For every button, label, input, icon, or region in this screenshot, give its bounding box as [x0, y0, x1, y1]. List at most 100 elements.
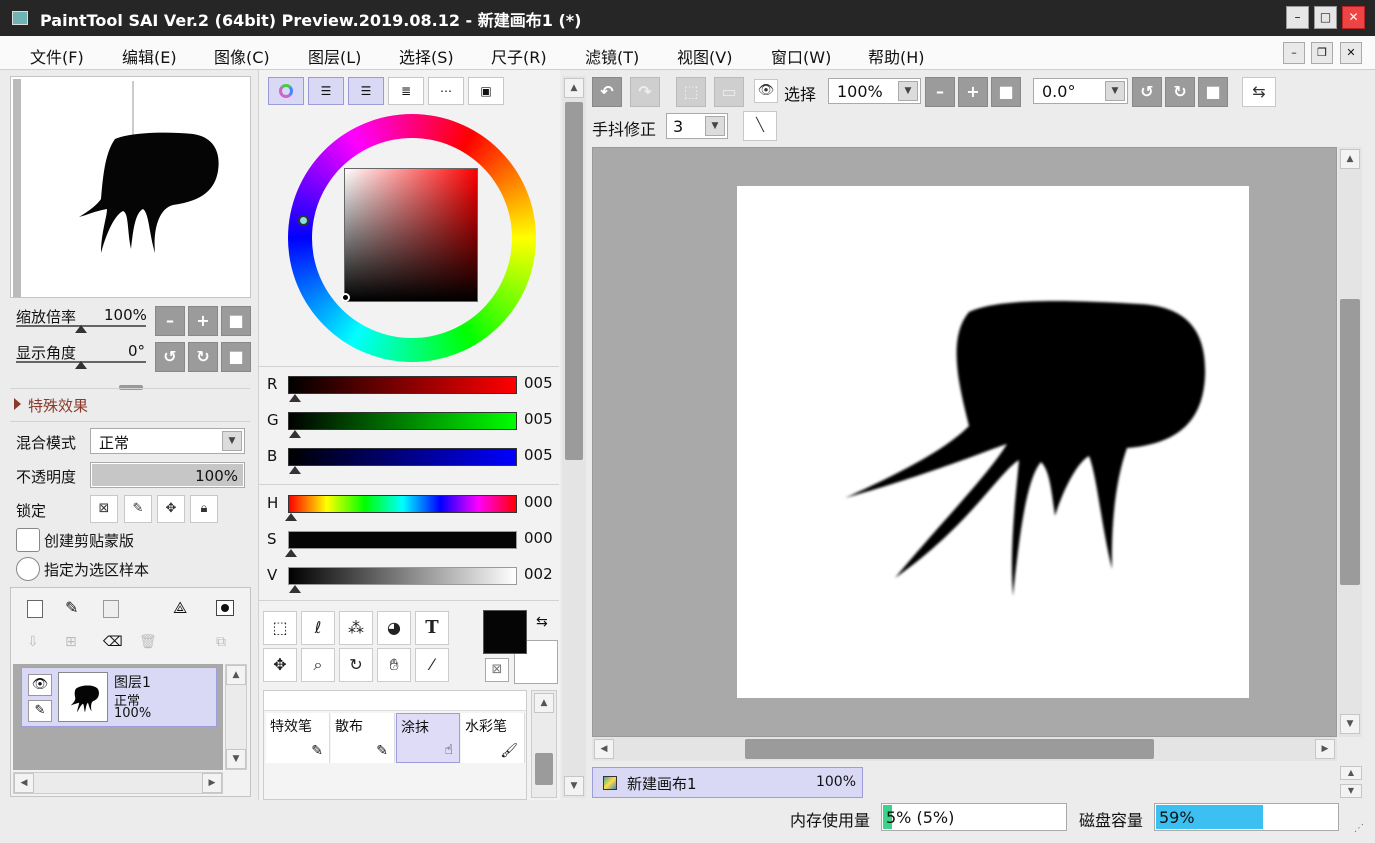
effects-expand-icon[interactable] — [14, 398, 21, 410]
menu-edit[interactable]: 编辑(E) — [122, 44, 177, 68]
s-slider[interactable] — [288, 531, 517, 549]
canvas-rotate-left-button[interactable]: ↺ — [1132, 77, 1162, 107]
doc-close-button[interactable]: ✕ — [1340, 42, 1362, 64]
lock-move-icon[interactable]: ✥ — [157, 495, 185, 523]
minimize-button[interactable]: – — [1286, 6, 1309, 29]
menu-help[interactable]: 帮助(H) — [868, 44, 925, 68]
rotate-reset-button[interactable]: ■ — [221, 342, 251, 372]
h-value[interactable]: 000 — [524, 493, 553, 511]
hand-tool-icon[interactable]: ✋︎ — [377, 648, 411, 682]
layer-list-scrollbar[interactable]: ▲ ▼ — [225, 664, 247, 770]
navigator-preview[interactable] — [23, 81, 249, 295]
canvas-zoom-out-button[interactable]: – — [925, 77, 955, 107]
scroll-thumb[interactable] — [1340, 299, 1360, 585]
canvas-zoom-select[interactable]: 100% ▼ — [828, 78, 921, 104]
menu-select[interactable]: 选择(S) — [399, 44, 454, 68]
hue-marker[interactable] — [298, 215, 309, 226]
scroll-down-icon[interactable]: ▼ — [226, 749, 246, 769]
r-slider[interactable] — [288, 376, 517, 394]
panel-scrollbar[interactable]: ▲ ▼ — [562, 76, 586, 798]
scroll-down-icon[interactable]: ▼ — [1340, 714, 1360, 734]
zoom-reset-button[interactable]: ■ — [221, 306, 251, 336]
zoom-in-button[interactable]: + — [188, 306, 218, 336]
clipping-mask-checkbox[interactable] — [16, 528, 40, 552]
zoom-out-button[interactable]: – — [155, 306, 185, 336]
menu-file[interactable]: 文件(F) — [30, 44, 84, 68]
scroll-up-icon[interactable]: ▲ — [1340, 149, 1360, 169]
scroll-left-icon[interactable]: ◀ — [14, 773, 34, 793]
scroll-up-icon[interactable]: ▲ — [1340, 766, 1362, 780]
canvas-vscrollbar[interactable]: ▲ ▼ — [1338, 147, 1362, 737]
r-value[interactable]: 005 — [524, 374, 553, 392]
eyedropper-tool-icon[interactable]: ⁄ — [415, 648, 449, 682]
transparent-color-icon[interactable]: ⊠ — [485, 658, 509, 682]
clear-layer-icon[interactable]: ⌫ — [103, 634, 123, 650]
canvas-viewport[interactable] — [592, 147, 1337, 737]
angle-slider-thumb[interactable] — [75, 361, 87, 369]
doc-restore-button[interactable]: ❐ — [1311, 42, 1333, 64]
layer-paint-pencil-icon[interactable]: ✎ — [28, 700, 52, 722]
menu-ruler[interactable]: 尺子(R) — [491, 44, 547, 68]
straight-line-icon[interactable]: ╲ — [743, 111, 777, 141]
lock-transparency-icon[interactable]: ⊠ — [90, 495, 118, 523]
lock-paint-icon[interactable]: ✎ — [124, 495, 152, 523]
magic-wand-tool-icon[interactable]: ⁂ — [339, 611, 373, 645]
h-slider-thumb[interactable] — [285, 513, 297, 521]
scroll-thumb[interactable] — [745, 739, 1154, 759]
new-vector-layer-icon[interactable]: ✎ — [65, 598, 78, 617]
move-tool-icon[interactable]: ✥ — [263, 648, 297, 682]
r-slider-thumb[interactable] — [289, 394, 301, 402]
canvas-zoom-reset-button[interactable]: ■ — [991, 77, 1021, 107]
scroll-down-icon[interactable]: ▼ — [1340, 784, 1362, 798]
sv-marker[interactable] — [341, 293, 350, 302]
v-value[interactable]: 002 — [524, 565, 553, 583]
stabilizer-select[interactable]: 3 ▼ — [666, 113, 728, 139]
selection-visibility-eye-icon[interactable]: 👁︎ — [754, 79, 778, 103]
b-value[interactable]: 005 — [524, 446, 553, 464]
canvas-rotate-reset-button[interactable]: ■ — [1198, 77, 1228, 107]
canvas-zoom-in-button[interactable]: + — [958, 77, 988, 107]
zoom-tool-icon[interactable]: ⌕ — [301, 648, 335, 682]
v-slider[interactable] — [288, 567, 517, 585]
rotate-right-button[interactable]: ↻ — [188, 342, 218, 372]
shape-tool-icon[interactable]: ◕ — [377, 611, 411, 645]
layer-effects-icon[interactable]: ⟁ — [173, 598, 187, 618]
flip-horizontal-icon[interactable]: ⇆ — [1242, 77, 1276, 107]
scroll-right-icon[interactable]: ▶ — [202, 773, 222, 793]
doc-minimize-button[interactable]: – — [1283, 42, 1305, 64]
g-slider[interactable] — [288, 412, 517, 430]
scroll-thumb[interactable] — [565, 102, 583, 460]
g-value[interactable]: 005 — [524, 410, 553, 428]
layer-list-hscrollbar[interactable]: ◀ ▶ — [13, 772, 223, 794]
canvas-tabs-scroll[interactable]: ▲ ▼ — [1340, 766, 1364, 800]
scratchpad-tab[interactable]: ▣ — [468, 77, 504, 105]
canvas-drawing[interactable] — [737, 186, 1249, 698]
s-value[interactable]: 000 — [524, 529, 553, 547]
hsv-sliders-tab[interactable]: ☰ — [348, 77, 384, 105]
lock-all-icon[interactable]: 🔒︎ — [190, 495, 218, 523]
text-tool-icon[interactable]: T — [415, 611, 449, 645]
blend-mode-select[interactable]: 正常 ▼ — [90, 428, 245, 454]
scroll-right-icon[interactable]: ▶ — [1315, 739, 1335, 759]
color-wheel-tab[interactable] — [268, 77, 304, 105]
undo-button[interactable]: ↶ — [592, 77, 622, 107]
layer-mask-icon[interactable] — [216, 600, 234, 616]
zoom-slider-thumb[interactable] — [75, 325, 87, 333]
new-folder-icon[interactable] — [103, 600, 119, 618]
rotate-tool-icon[interactable]: ↻ — [339, 648, 373, 682]
brush-effects-pen[interactable]: 特效笔 ✎ — [266, 713, 330, 763]
rotate-left-button[interactable]: ↺ — [155, 342, 185, 372]
mixer-tab[interactable]: ≣ — [388, 77, 424, 105]
close-button[interactable]: ✕ — [1342, 6, 1365, 29]
maximize-button[interactable]: □ — [1314, 6, 1337, 29]
rgb-sliders-tab[interactable]: ☰ — [308, 77, 344, 105]
brush-smudge[interactable]: 涂抹 ☝︎ — [396, 713, 460, 763]
scroll-up-icon[interactable]: ▲ — [226, 665, 246, 685]
menu-filter[interactable]: 滤镜(T) — [585, 44, 639, 68]
opacity-slider[interactable]: 100% — [90, 462, 245, 488]
scroll-left-icon[interactable]: ◀ — [594, 739, 614, 759]
rect-select-tool-icon[interactable]: ⬚ — [263, 611, 297, 645]
primary-color-swatch[interactable] — [483, 610, 527, 654]
resize-grip-icon[interactable]: ⋰ — [1354, 823, 1364, 834]
new-layer-icon[interactable] — [27, 600, 43, 618]
